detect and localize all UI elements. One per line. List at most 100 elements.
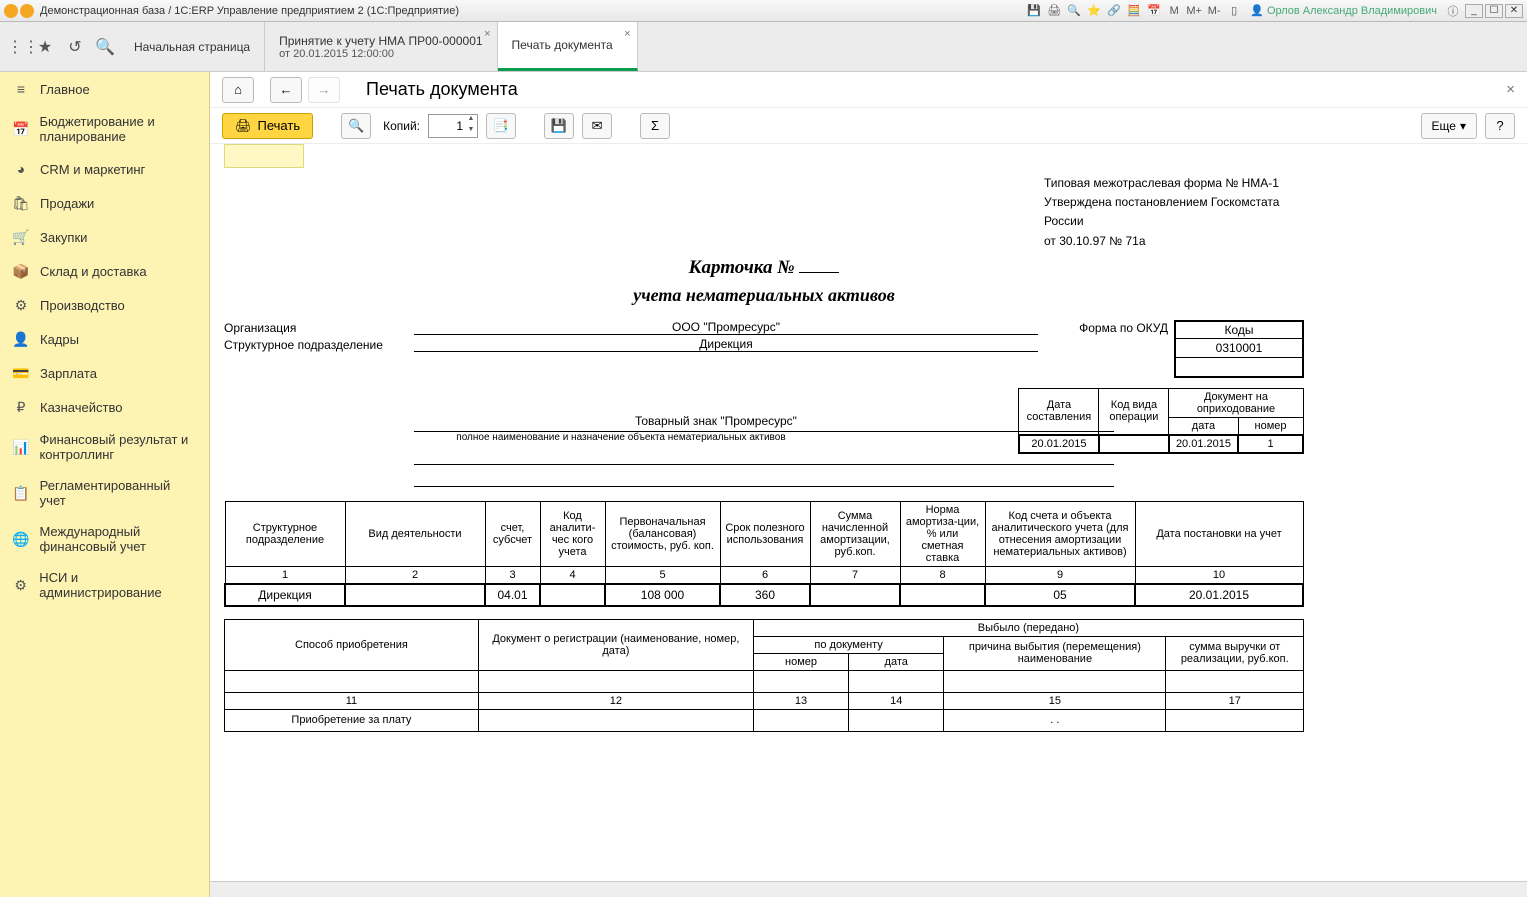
sidebar-item-3[interactable]: 🛍 Продажи — [0, 186, 209, 220]
history-icon[interactable]: ↺ — [60, 22, 90, 71]
active-cell[interactable] — [224, 144, 304, 168]
sum-button[interactable]: Σ — [640, 113, 670, 139]
sidebar-item-0[interactable]: ≡ Главное — [0, 72, 209, 106]
sidebar-icon: 📅 — [12, 120, 29, 138]
tab-home[interactable]: Начальная страница — [120, 22, 265, 71]
sidebar-item-12[interactable]: 🌐Международный финансовый учет — [0, 516, 209, 562]
email-button[interactable]: ✉ — [582, 113, 612, 139]
sidebar-item-13[interactable]: ⚙НСИ и администрирование — [0, 562, 209, 608]
print-button[interactable]: 🖨 Печать — [222, 113, 313, 139]
tab-label: Начальная страница — [134, 40, 250, 54]
forward-button[interactable]: → — [308, 77, 340, 103]
search-icon[interactable]: 🔍 — [90, 22, 120, 71]
sidebar-item-10[interactable]: 📊Финансовый результат и контроллинг — [0, 424, 209, 470]
sidebar-icon: 📦 — [12, 262, 30, 280]
star-icon[interactable]: ★ — [30, 22, 60, 71]
tab-print[interactable]: Печать документа × — [498, 22, 638, 71]
sidebar-item-1[interactable]: 📅 Бюджетирование и планирование — [0, 106, 209, 152]
sidebar-item-label: Бюджетирование и планирование — [39, 114, 197, 144]
sidebar-item-label: Закупки — [40, 230, 87, 245]
sidebar-item-label: Главное — [40, 82, 90, 97]
tab-label: Печать документа — [512, 38, 623, 52]
sidebar-icon: 🌐 — [12, 530, 29, 548]
maximize-button[interactable]: ☐ — [1485, 4, 1503, 18]
tab-sublabel: от 20.01.2015 12:00:00 — [279, 48, 482, 60]
panel-icon[interactable]: ▯ — [1226, 3, 1242, 19]
document-scroll[interactable]: Типовая межотраслевая форма № НМА-1 Утве… — [210, 144, 1527, 881]
sidebar-icon: 📋 — [12, 484, 30, 502]
home-button[interactable]: ⌂ — [222, 77, 254, 103]
close-button[interactable]: ✕ — [1505, 4, 1523, 18]
sidebar-item-label: Продажи — [40, 196, 94, 211]
sidebar-icon: 💳 — [12, 364, 30, 382]
tab-label: Принятие к учету НМА ПР00-000001 — [279, 34, 482, 48]
calc-icon[interactable]: 🧮 — [1126, 3, 1142, 19]
window-title: Демонстрационная база / 1С:ERP Управлени… — [40, 5, 459, 17]
spin-down-icon[interactable]: ▼ — [465, 126, 477, 137]
sidebar-item-6[interactable]: ⚙Производство — [0, 288, 209, 322]
user-label[interactable]: 👤 Орлов Александр Владимирович — [1250, 4, 1437, 17]
page-close-icon[interactable]: × — [1506, 81, 1515, 98]
apps-icon[interactable]: ⋮⋮⋮ — [0, 22, 30, 71]
copies-label: Копий: — [383, 119, 420, 133]
print-document: Типовая межотраслевая форма № НМА-1 Утве… — [224, 174, 1304, 732]
memory-mplus-icon[interactable]: М+ — [1186, 3, 1202, 19]
preview-icon[interactable]: 🔍 — [1066, 3, 1082, 19]
content-header: ⌂ ← → Печать документа × — [210, 72, 1527, 108]
sidebar-icon: ◕ — [12, 160, 30, 178]
memory-m-icon[interactable]: М — [1166, 3, 1182, 19]
desc-value: Товарный знак "Промресурс" — [414, 414, 1114, 432]
dept-label: Структурное подразделение — [224, 338, 414, 352]
tab-document[interactable]: Принятие к учету НМА ПР00-000001 от 20.0… — [265, 22, 497, 71]
spin-up-icon[interactable]: ▲ — [465, 115, 477, 126]
sidebar-item-5[interactable]: 📦 Склад и доставка — [0, 254, 209, 288]
sidebar-icon: 🛍 — [12, 194, 30, 212]
sidebar-icon: 📊 — [12, 438, 29, 456]
sidebar-icon: 👤 — [12, 330, 30, 348]
sidebar-item-9[interactable]: ₽ Казначейство — [0, 390, 209, 424]
print-icon[interactable]: 🖨 — [1046, 3, 1062, 19]
sidebar-item-2[interactable]: ◕CRM и маркетинг — [0, 152, 209, 186]
sidebar-item-label: Кадры — [40, 332, 79, 347]
template-button[interactable]: 📑 — [486, 113, 516, 139]
horizontal-scrollbar[interactable] — [210, 881, 1527, 897]
sidebar-item-7[interactable]: 👤 Кадры — [0, 322, 209, 356]
sidebar-icon: 🛒 — [12, 228, 30, 246]
sidebar-icon: ⚙ — [12, 296, 30, 314]
titlebar: Демонстрационная база / 1С:ERP Управлени… — [0, 0, 1527, 22]
more-button[interactable]: Еще ▾ — [1421, 113, 1477, 139]
card-subtitle: учета нематериальных активов — [224, 285, 1304, 306]
disposal-table: Способ приобретения Документ о регистрац… — [224, 619, 1304, 732]
sidebar: ≡ Главное 📅 Бюджетирование и планирование ◕C… — [0, 72, 210, 897]
okud-label: Форма по ОКУД — [1048, 321, 1168, 335]
page-title: Печать документа — [366, 79, 518, 100]
info-icon[interactable]: ⓘ — [1445, 3, 1461, 19]
tab-close-icon[interactable]: × — [484, 28, 490, 40]
save-icon[interactable]: 💾 — [1026, 3, 1042, 19]
tab-close-icon[interactable]: × — [624, 28, 630, 40]
sidebar-item-label: НСИ и администрирование — [39, 570, 197, 600]
sidebar-item-label: Регламентированный учет — [40, 478, 197, 508]
sidebar-item-11[interactable]: 📋 Регламентированный учет — [0, 470, 209, 516]
preview-button[interactable]: 🔍 — [341, 113, 371, 139]
minimize-button[interactable]: _ — [1465, 4, 1483, 18]
back-button[interactable]: ← — [270, 77, 302, 103]
sidebar-item-label: Зарплата — [40, 366, 97, 381]
print-toolbar: 🖨 Печать 🔍 Копий: ▲▼ 📑 💾 ✉ Σ Еще ▾ ? — [210, 108, 1527, 144]
link-icon[interactable]: 🔗 — [1106, 3, 1122, 19]
app-icon — [4, 4, 18, 18]
sidebar-icon: ≡ — [12, 80, 30, 98]
help-button[interactable]: ? — [1485, 113, 1515, 139]
sidebar-item-8[interactable]: 💳 Зарплата — [0, 356, 209, 390]
save-file-button[interactable]: 💾 — [544, 113, 574, 139]
sidebar-item-4[interactable]: 🛒 Закупки — [0, 220, 209, 254]
favorite-icon[interactable]: ⭐ — [1086, 3, 1102, 19]
card-title: Карточка № — [224, 257, 1304, 279]
sidebar-item-label: Склад и доставка — [40, 264, 147, 279]
memory-mminus-icon[interactable]: М- — [1206, 3, 1222, 19]
sidebar-item-label: Казначейство — [40, 400, 122, 415]
calendar-icon[interactable]: 📅 — [1146, 3, 1162, 19]
sidebar-icon: ₽ — [12, 398, 30, 416]
content-area: ⌂ ← → Печать документа × 🖨 Печать 🔍 Копи… — [210, 72, 1527, 897]
dropdown-icon[interactable] — [20, 4, 34, 18]
